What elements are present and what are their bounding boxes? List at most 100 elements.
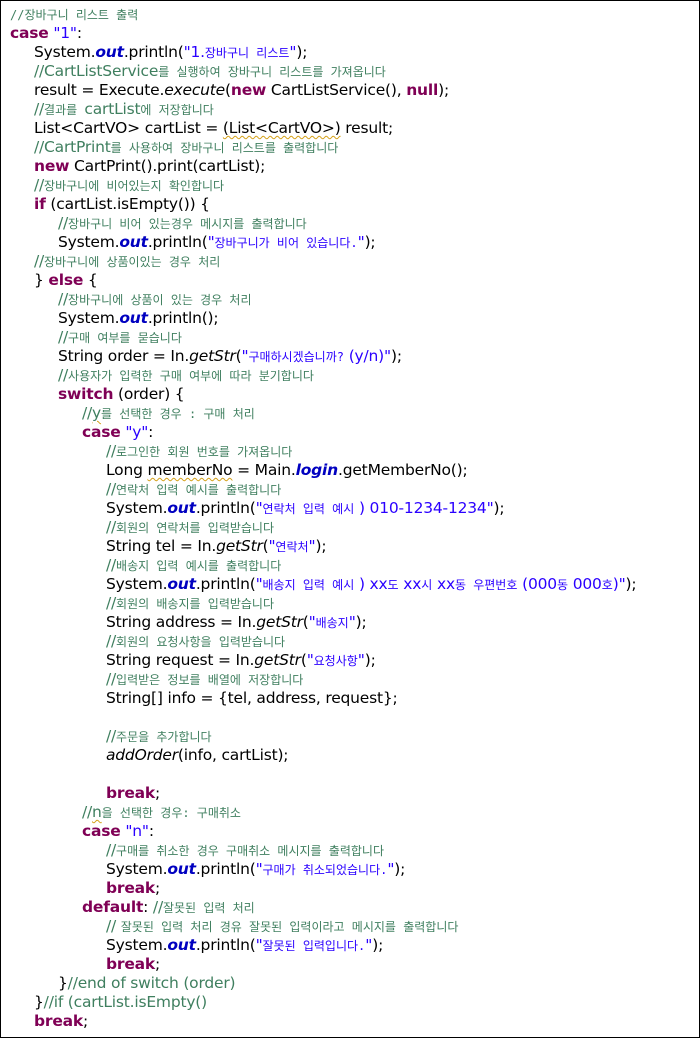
- code-line: // 잘못된 입력 처리 경유 잘못된 입력이라고 메시지를 출력합니다: [1, 917, 699, 936]
- code-token: //: [34, 100, 45, 118]
- code-token: ;: [155, 955, 161, 973]
- code-token: out: [167, 499, 196, 517]
- code-token: List<CartVO> cartList =: [34, 119, 223, 137]
- code-token: ": [255, 575, 263, 593]
- code-token: ;: [155, 879, 161, 897]
- code-token: switch: [58, 385, 114, 403]
- code-token: );: [364, 651, 376, 669]
- code-token: 잘못된 입력 처리: [162, 901, 255, 915]
- code-token: 동: [556, 578, 568, 592]
- code-line: String tel = In.getStr("연락처");: [1, 537, 699, 556]
- code-token: 장바구니 비어 있는경우 메시지를 출력합니다: [68, 217, 307, 231]
- code-line: //구매 여부를 묻습니다: [1, 328, 699, 347]
- code-token: );: [296, 43, 308, 61]
- code-token: 을 선택한 경우: 구매취소: [101, 806, 241, 820]
- code-line: switch (order) {: [1, 385, 699, 404]
- code-line: default: //잘못된 입력 처리: [1, 898, 699, 917]
- code-token: //: [58, 366, 69, 384]
- code-token: String tel = In.: [106, 537, 217, 555]
- code-token: 연락처 입력 예시: [262, 502, 355, 516]
- code-token: 장바구니가 비어 있습니다.: [214, 236, 358, 250]
- code-token: .println(: [195, 936, 256, 954]
- code-token: case: [82, 423, 121, 441]
- code-token: //: [106, 632, 117, 650]
- code-token: 장바구니 리스트: [204, 46, 290, 60]
- code-token: //: [106, 670, 117, 688]
- code-token: System.: [106, 575, 168, 593]
- code-token: );: [372, 936, 384, 954]
- code-token: //: [82, 803, 93, 821]
- code-token: = Main.: [232, 461, 296, 479]
- code-token: );: [355, 613, 367, 631]
- code-token: //: [58, 290, 69, 308]
- code-line: //장바구니 비어 있는경우 메시지를 출력합니다: [1, 214, 699, 233]
- code-token: getStr: [189, 347, 236, 365]
- code-token: break: [106, 955, 156, 973]
- code-token: 잘못된 입력입니다.: [262, 939, 366, 953]
- code-token: getStr: [216, 537, 263, 555]
- code-token: .println(: [195, 575, 256, 593]
- code-line: //장바구니에 상품이 있는 경우 처리: [1, 290, 699, 309]
- code-token: 를 선택한 경우 : 구매 처리: [101, 407, 255, 421]
- code-line: //CartListService를 실행하여 장바구니 리스트를 가져옵니다: [1, 62, 699, 81]
- code-token: memberNo: [147, 461, 233, 479]
- code-line: }//end of switch (order): [1, 974, 699, 993]
- code-token: .println(: [123, 43, 184, 61]
- code-line: //회원의 연락처를 입력받습니다: [1, 518, 699, 537]
- code-token: xx: [432, 575, 455, 593]
- code-token: null: [406, 81, 439, 99]
- code-line: //연락처 입력 예시를 출력합니다: [1, 480, 699, 499]
- code-token: )": [612, 575, 626, 593]
- code-token: //: [106, 727, 117, 745]
- code-line: break;: [1, 1012, 699, 1031]
- code-line: //n을 선택한 경우: 구매취소: [1, 803, 699, 822]
- code-token: //: [106, 480, 117, 498]
- code-token: );: [625, 575, 637, 593]
- code-line: System.out.println("잘못된 입력입니다.");: [1, 936, 699, 955]
- code-token: 회원의 배송지를 입력받습니다: [116, 597, 275, 611]
- code-token: ": [308, 613, 316, 631]
- code-token: case: [10, 24, 49, 42]
- code-token: 요청사항: [313, 654, 358, 668]
- code-token: //: [34, 176, 45, 194]
- code-line: //장바구니 리스트 출력: [1, 5, 699, 24]
- code-line: System.out.println("배송지 입력 예시 ) xx도 xx시 …: [1, 575, 699, 594]
- code-token: }: [34, 271, 49, 289]
- code-token: (order) {: [113, 385, 185, 403]
- code-token: 잘못된 입력 처리 경유 잘못된 입력이라고 메시지를 출력합니다: [120, 920, 459, 934]
- code-line: }//if (cartList.isEmpty(): [1, 993, 699, 1012]
- code-line: System.out.println("장바구니가 비어 있습니다.");: [1, 233, 699, 252]
- code-token: .println();: [147, 309, 219, 327]
- code-token: {: [83, 271, 98, 289]
- code-token: //: [106, 442, 117, 460]
- code-line: if (cartList.isEmpty()) {: [1, 195, 699, 214]
- code-token: default: [82, 898, 144, 916]
- code-token: CartPrint().print(cartList);: [69, 157, 266, 175]
- code-token: ": [348, 613, 356, 631]
- code-token: 회원의 연락처를 입력받습니다: [116, 521, 275, 535]
- code-line: //로그인한 회원 번호를 가져옵니다: [1, 442, 699, 461]
- code-token: break: [106, 784, 156, 802]
- code-token: ;: [155, 784, 161, 802]
- code-token: 시: [421, 578, 433, 592]
- code-token: "1.: [183, 43, 206, 61]
- code-token: 로그인한 회원 번호를 가져옵니다: [116, 445, 293, 459]
- code-line: String address = In.getStr("배송지");: [1, 613, 699, 632]
- code-token: //: [106, 917, 121, 935]
- code-line: System.out.println();: [1, 309, 699, 328]
- code-token: break: [34, 1012, 84, 1030]
- code-token: ": [255, 499, 263, 517]
- code-token: "1": [53, 24, 77, 42]
- code-line: addOrder(info, cartList);: [1, 746, 699, 765]
- code-line: //장바구니에 상품이있는 경우 처리: [1, 252, 699, 271]
- code-token: :: [148, 822, 154, 840]
- code-token: );: [315, 537, 327, 555]
- code-token: if: [34, 195, 46, 213]
- code-line: String request = In.getStr("요청사항");: [1, 651, 699, 670]
- code-line: //회원의 요청사항을 입력받습니다: [1, 632, 699, 651]
- code-token: 장바구니에 상품이있는 경우 처리: [44, 255, 221, 269]
- code-token: 를 사용하여 장바구니 리스트를 출력합니다: [110, 141, 339, 155]
- code-token: xx: [398, 575, 422, 593]
- code-line: case "1":: [1, 24, 699, 43]
